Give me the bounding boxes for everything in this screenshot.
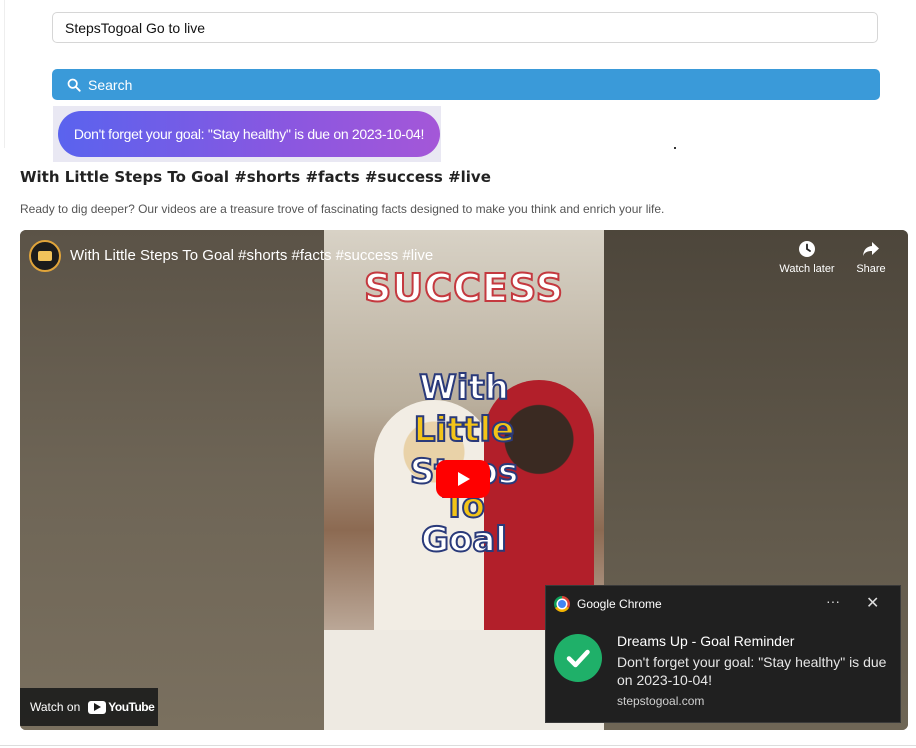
channel-avatar[interactable] bbox=[29, 240, 61, 272]
notification-body: Don't forget your goal: "Stay healthy" i… bbox=[617, 654, 887, 688]
thumbnail-word-success: SUCCESS bbox=[363, 265, 564, 311]
search-button[interactable]: Search bbox=[52, 69, 880, 100]
notification-title: Dreams Up - Goal Reminder bbox=[617, 633, 795, 649]
thumbnail-word-little: Little bbox=[413, 409, 516, 451]
reminder-pill: Don't forget your goal: "Stay healthy" i… bbox=[58, 111, 440, 157]
divider bbox=[0, 745, 916, 746]
watch-later-label: Watch later bbox=[779, 263, 835, 275]
reminder-banner: Don't forget your goal: "Stay healthy" i… bbox=[53, 106, 441, 162]
youtube-wordmark: YouTube bbox=[108, 700, 155, 714]
video-title: With Little Steps To Goal #shorts #facts… bbox=[20, 168, 491, 186]
notification-app-name: Google Chrome bbox=[577, 597, 662, 611]
youtube-play-icon bbox=[88, 700, 107, 714]
play-button[interactable] bbox=[436, 460, 490, 498]
notification-source: stepstogoal.com bbox=[617, 694, 705, 708]
notification-close-button[interactable]: ✕ bbox=[866, 593, 879, 613]
search-panel: Search Don't forget your goal: "Stay hea… bbox=[0, 0, 916, 162]
search-button-label: Search bbox=[88, 76, 133, 93]
watch-on-youtube-button[interactable]: Watch on YouTube bbox=[20, 688, 158, 726]
thumbnail-word-with: With bbox=[418, 367, 510, 409]
share-button[interactable]: Share bbox=[841, 240, 901, 275]
search-input[interactable] bbox=[52, 12, 878, 43]
play-icon bbox=[458, 472, 470, 486]
check-icon bbox=[554, 634, 602, 682]
clock-icon bbox=[799, 241, 815, 257]
notification-more-button[interactable]: ··· bbox=[826, 593, 840, 609]
search-icon bbox=[67, 78, 81, 92]
chrome-icon bbox=[554, 596, 570, 612]
chrome-notification[interactable]: Google Chrome ··· ✕ Dreams Up - Goal Rem… bbox=[545, 585, 901, 723]
player-title[interactable]: With Little Steps To Goal #shorts #facts… bbox=[70, 247, 433, 264]
youtube-logo: YouTube bbox=[88, 700, 155, 714]
video-description: Ready to dig deeper? Our videos are a tr… bbox=[20, 202, 665, 216]
stray-dot bbox=[674, 147, 676, 149]
divider bbox=[4, 0, 5, 148]
watch-later-button[interactable]: Watch later bbox=[777, 240, 837, 275]
notification-header: Google Chrome bbox=[554, 596, 662, 612]
watch-on-label: Watch on bbox=[30, 700, 81, 714]
share-label: Share bbox=[856, 263, 886, 275]
thumbnail-word-goal: Goal bbox=[420, 519, 508, 561]
share-arrow-icon bbox=[863, 242, 879, 256]
channel-logo-icon bbox=[38, 251, 52, 261]
player-background-left bbox=[20, 230, 324, 730]
